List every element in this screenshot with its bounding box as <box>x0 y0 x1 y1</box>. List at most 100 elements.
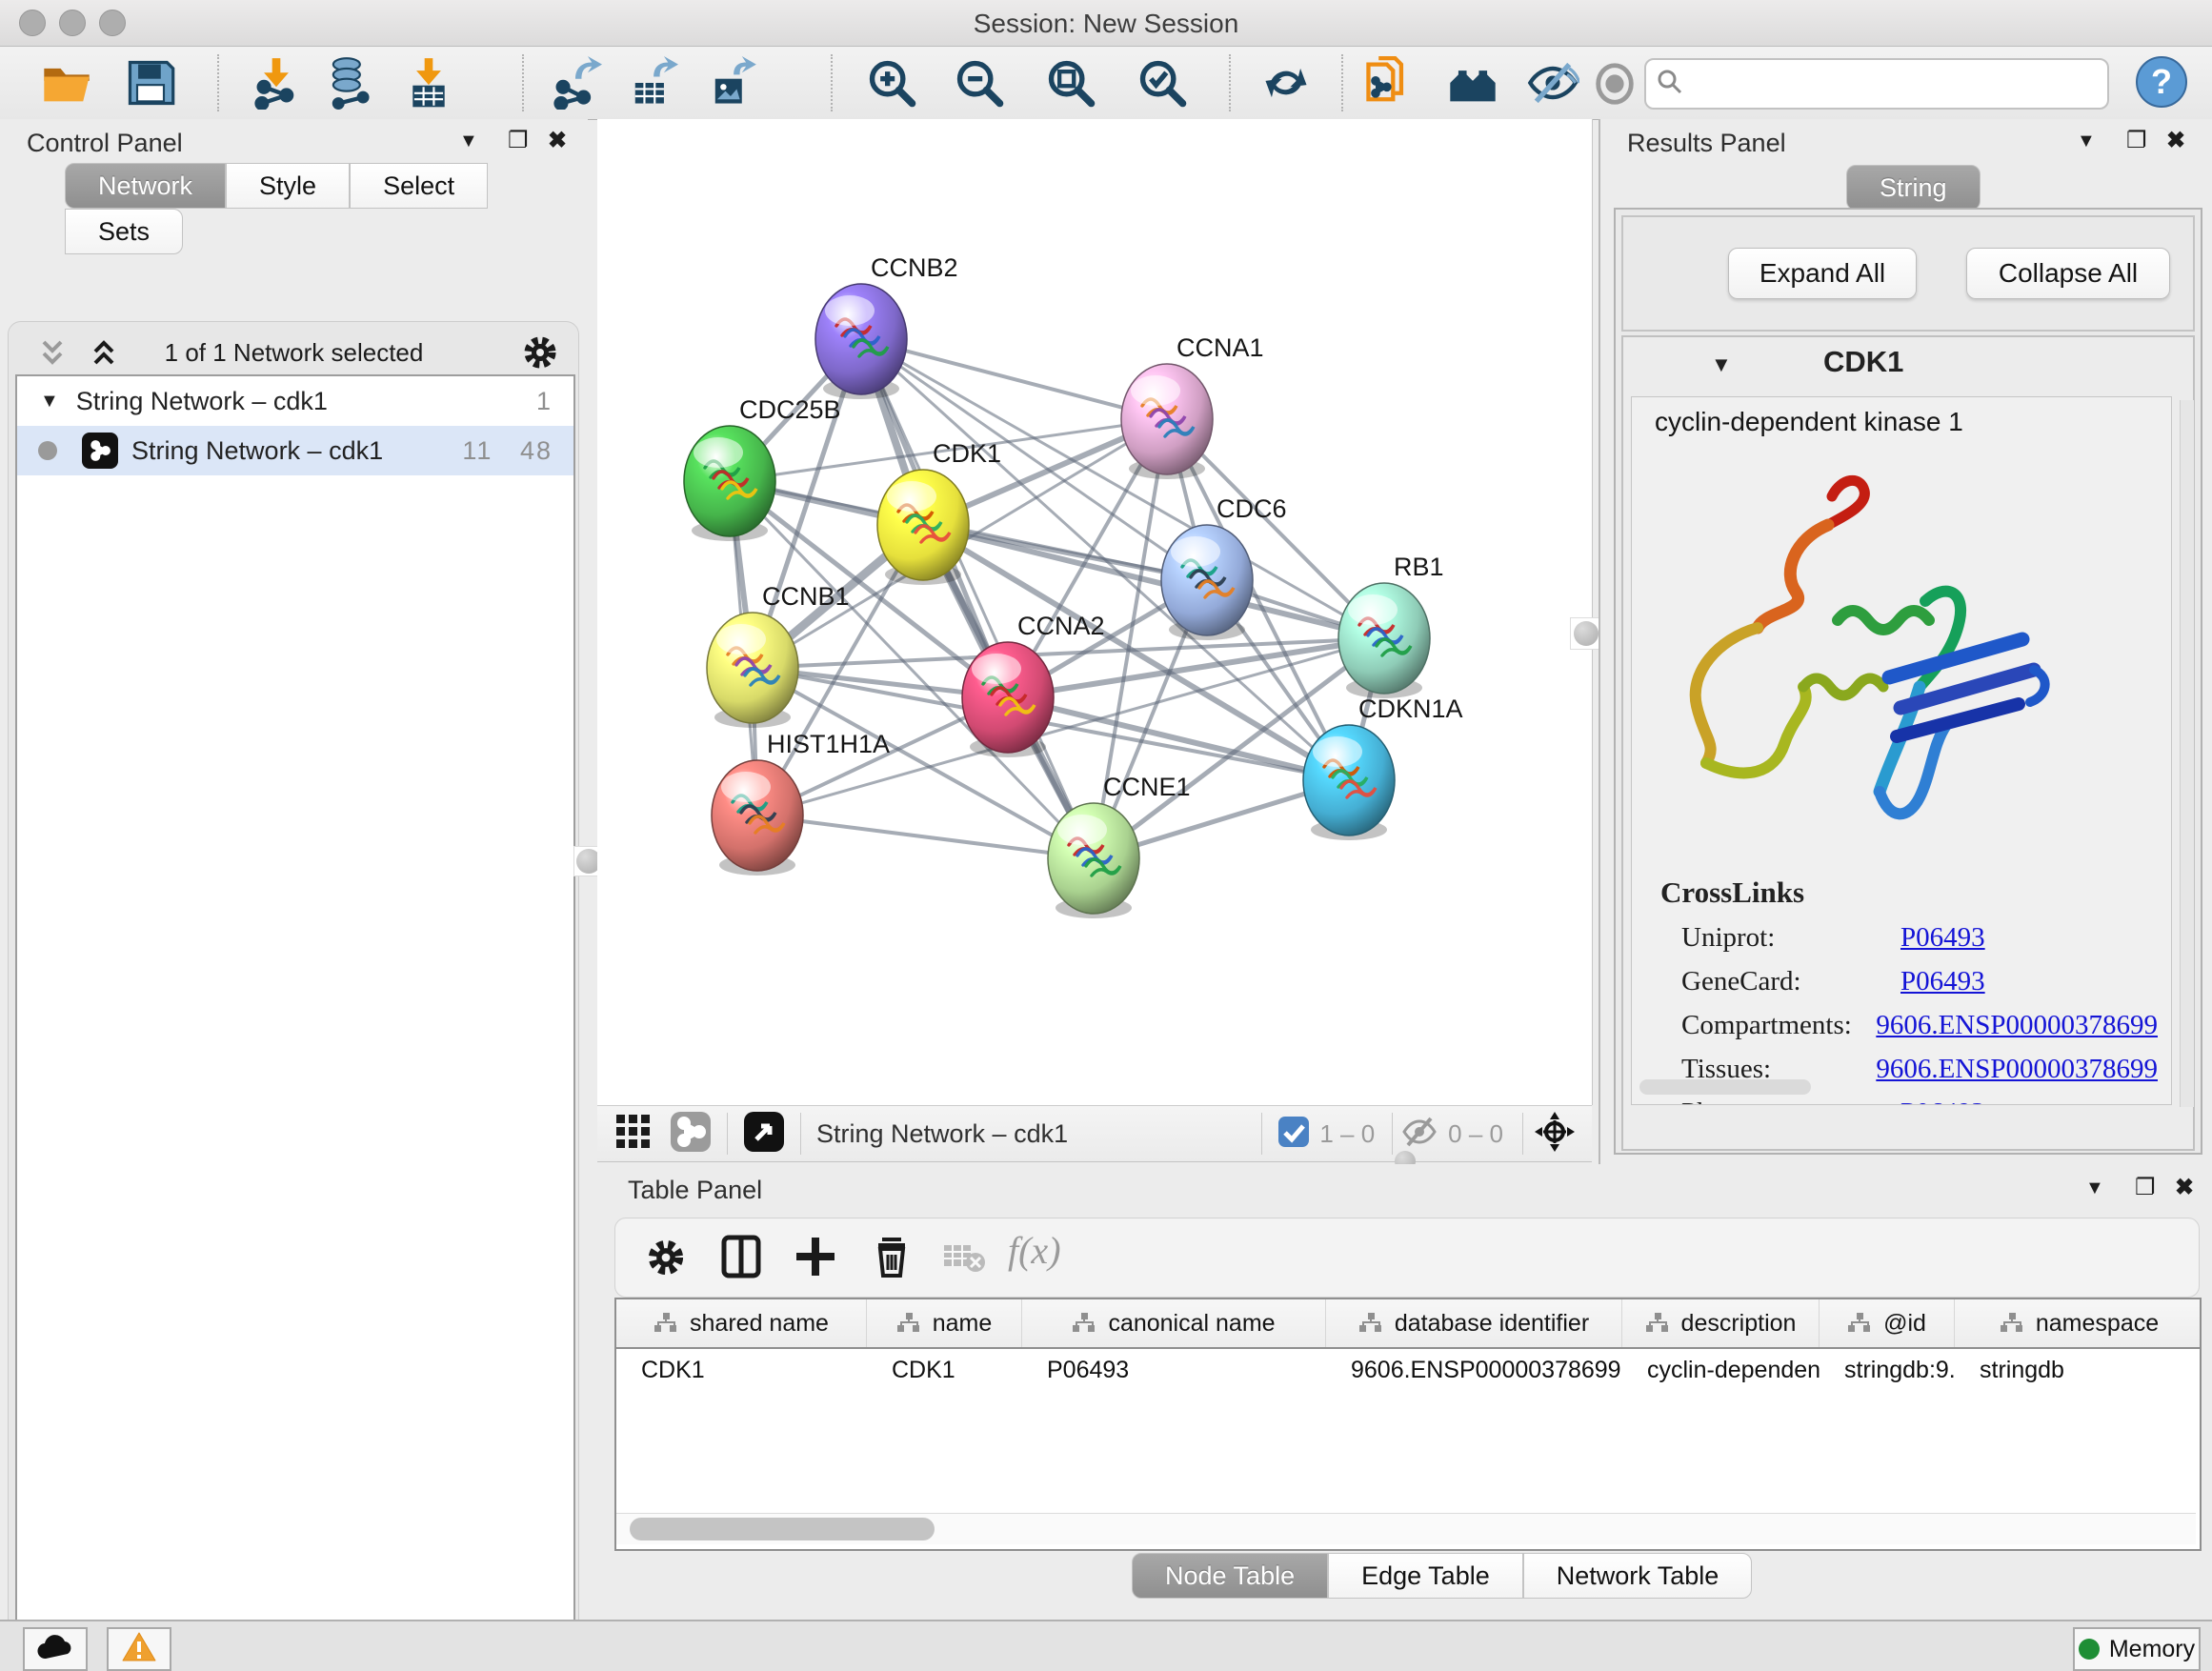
tab-network-table[interactable]: Network Table <box>1523 1553 1753 1599</box>
crosslink-link[interactable]: 9606.ENSP00000378699 <box>1876 1010 2158 1041</box>
column-header-description[interactable]: description <box>1622 1299 1820 1347</box>
gene-description: cyclin-dependent kinase 1 <box>1655 407 1963 437</box>
network-view-canvas[interactable]: CCNB2CCNA1CDC25BCDK1CDC6RB1CCNB1CCNA2CDK… <box>597 119 1593 1105</box>
zoom-fit-icon[interactable] <box>1044 56 1097 110</box>
open-session-icon[interactable] <box>40 56 93 110</box>
float-menu-icon[interactable]: ▼ <box>2085 1178 2104 1199</box>
attribute-icon <box>1847 1312 1872 1335</box>
tab-edge-table[interactable]: Edge Table <box>1328 1553 1523 1599</box>
zoom-out-icon[interactable] <box>953 56 1006 110</box>
tab-style[interactable]: Style <box>226 163 350 209</box>
table-cell[interactable]: 9606.ENSP00000378699 <box>1326 1349 1622 1395</box>
table-row[interactable]: CDK1CDK1P064939606.ENSP00000378699cyclin… <box>616 1349 2200 1395</box>
right-splitter-handle[interactable] <box>1570 617 1602 650</box>
selected-checkbox-icon[interactable] <box>1277 1116 1310 1153</box>
crosslink-link[interactable]: P06493 <box>1900 966 1985 997</box>
expander-icon[interactable]: ▼ <box>40 391 59 413</box>
node-RB1[interactable]: RB1 <box>1338 553 1444 698</box>
tab-sets[interactable]: Sets <box>65 209 183 254</box>
show-graphics-details-icon[interactable] <box>1591 60 1639 108</box>
help-icon[interactable]: ? <box>2134 54 2189 110</box>
node-label-CDC25B: CDC25B <box>739 395 841 424</box>
column-header-@id[interactable]: @id <box>1820 1299 1955 1347</box>
table-cell[interactable]: cyclin-dependent ... <box>1622 1349 1820 1395</box>
string-network-badge-icon <box>82 433 118 469</box>
import-table-file-icon[interactable] <box>402 56 455 110</box>
node-CCNE1[interactable]: CCNE1 <box>1048 773 1191 918</box>
table-cell[interactable]: P06493 <box>1022 1349 1326 1395</box>
close-panel-icon[interactable]: ✖ <box>2166 127 2185 154</box>
save-session-icon[interactable] <box>124 56 177 110</box>
zoom-selected-icon[interactable] <box>1136 56 1189 110</box>
close-panel-icon[interactable]: ✖ <box>2175 1174 2194 1201</box>
tab-node-table[interactable]: Node Table <box>1132 1553 1328 1599</box>
zoom-in-icon[interactable] <box>865 56 918 110</box>
node-CCNB1[interactable]: CCNB1 <box>707 582 850 728</box>
node-CCNB2[interactable]: CCNB2 <box>815 253 958 399</box>
search-input[interactable] <box>1694 69 2098 100</box>
scrollbar-thumb[interactable] <box>630 1518 935 1540</box>
network-tree-row[interactable]: ▼String Network – cdk11 <box>17 376 573 426</box>
delete-column-icon[interactable] <box>869 1234 915 1284</box>
float-menu-icon[interactable]: ▼ <box>459 131 478 152</box>
column-header-canonical-name[interactable]: canonical name <box>1022 1299 1326 1347</box>
create-column-icon[interactable] <box>793 1234 838 1284</box>
crosslink-row: Compartments:9606.ENSP00000378699 <box>1681 1003 2158 1047</box>
birds-eye-view-icon[interactable] <box>743 1111 785 1158</box>
tab-string[interactable]: String <box>1846 165 1981 211</box>
expand-all-button[interactable]: Expand All <box>1728 248 1917 299</box>
horizontal-scrollbar[interactable] <box>1639 1079 1811 1095</box>
pan-crosshair-icon[interactable] <box>1533 1110 1577 1158</box>
tab-select[interactable]: Select <box>350 163 488 209</box>
delete-table-icon <box>943 1243 985 1278</box>
cloud-icon <box>36 1634 74 1665</box>
table-cell[interactable]: stringdb <box>1955 1349 2202 1395</box>
show-columns-icon[interactable] <box>718 1234 764 1284</box>
cloud-status-button[interactable] <box>23 1627 88 1671</box>
network-badge-icon[interactable] <box>670 1111 712 1158</box>
column-header-shared-name[interactable]: shared name <box>616 1299 867 1347</box>
hide-selected-icon[interactable] <box>1526 56 1579 110</box>
close-panel-icon[interactable]: ✖ <box>548 127 567 154</box>
clone-network-icon[interactable] <box>1362 56 1416 110</box>
float-panel-icon[interactable]: ❐ <box>508 127 529 154</box>
memory-button[interactable]: Memory <box>2073 1627 2201 1671</box>
search-field[interactable] <box>1644 58 2109 110</box>
column-header-name[interactable]: name <box>867 1299 1022 1347</box>
node-HIST1H1A[interactable]: HIST1H1A <box>712 730 890 876</box>
collapse-section-icon[interactable]: ▼ <box>1711 352 1732 377</box>
main-toolbar: ? <box>0 47 2212 120</box>
crosslink-link[interactable]: P06493 <box>1900 922 1985 954</box>
table-cell[interactable]: CDK1 <box>867 1349 1022 1395</box>
collapse-all-button[interactable]: Collapse All <box>1966 248 2170 299</box>
show-all-icon[interactable] <box>1446 56 1499 110</box>
export-table-icon[interactable] <box>625 56 678 110</box>
crosslink-link[interactable]: P06493 <box>1900 1097 1985 1106</box>
crosslink-link[interactable]: 9606.ENSP00000378699 <box>1876 1054 2158 1085</box>
column-header-database-identifier[interactable]: database identifier <box>1326 1299 1622 1347</box>
edge-HIST1H1A-CCNE1[interactable] <box>757 815 1094 858</box>
vertical-scrollbar[interactable] <box>2180 400 2194 1107</box>
node-CDKN1A[interactable]: CDKN1A <box>1303 695 1463 840</box>
import-network-file-icon[interactable] <box>250 56 303 110</box>
float-panel-icon[interactable]: ❐ <box>2126 127 2147 154</box>
export-image-icon[interactable] <box>705 56 758 110</box>
warnings-button[interactable] <box>107 1627 171 1671</box>
table-options-gear-icon[interactable] <box>644 1236 688 1284</box>
status-bar: Memory <box>0 1620 2212 1671</box>
export-network-icon[interactable] <box>549 56 602 110</box>
tab-network[interactable]: Network <box>65 163 226 209</box>
apply-layout-icon[interactable] <box>1259 56 1313 110</box>
table-cell[interactable]: CDK1 <box>616 1349 867 1395</box>
float-panel-icon[interactable]: ❐ <box>2135 1174 2156 1201</box>
network-options-gear-icon[interactable] <box>520 332 560 377</box>
table-cell[interactable]: stringdb:9... <box>1820 1349 1955 1395</box>
table-horizontal-scrollbar[interactable] <box>616 1513 2196 1544</box>
float-menu-icon[interactable]: ▼ <box>2077 131 2096 152</box>
network-tree-row[interactable]: String Network – cdk111 48 <box>17 426 573 475</box>
grid-view-icon[interactable] <box>614 1113 653 1156</box>
import-network-database-icon[interactable] <box>322 56 375 110</box>
node-CCNA1[interactable]: CCNA1 <box>1121 333 1264 479</box>
column-header-namespace[interactable]: namespace <box>1955 1299 2202 1347</box>
edge-CCNB2-CCNE1[interactable] <box>861 339 1094 858</box>
